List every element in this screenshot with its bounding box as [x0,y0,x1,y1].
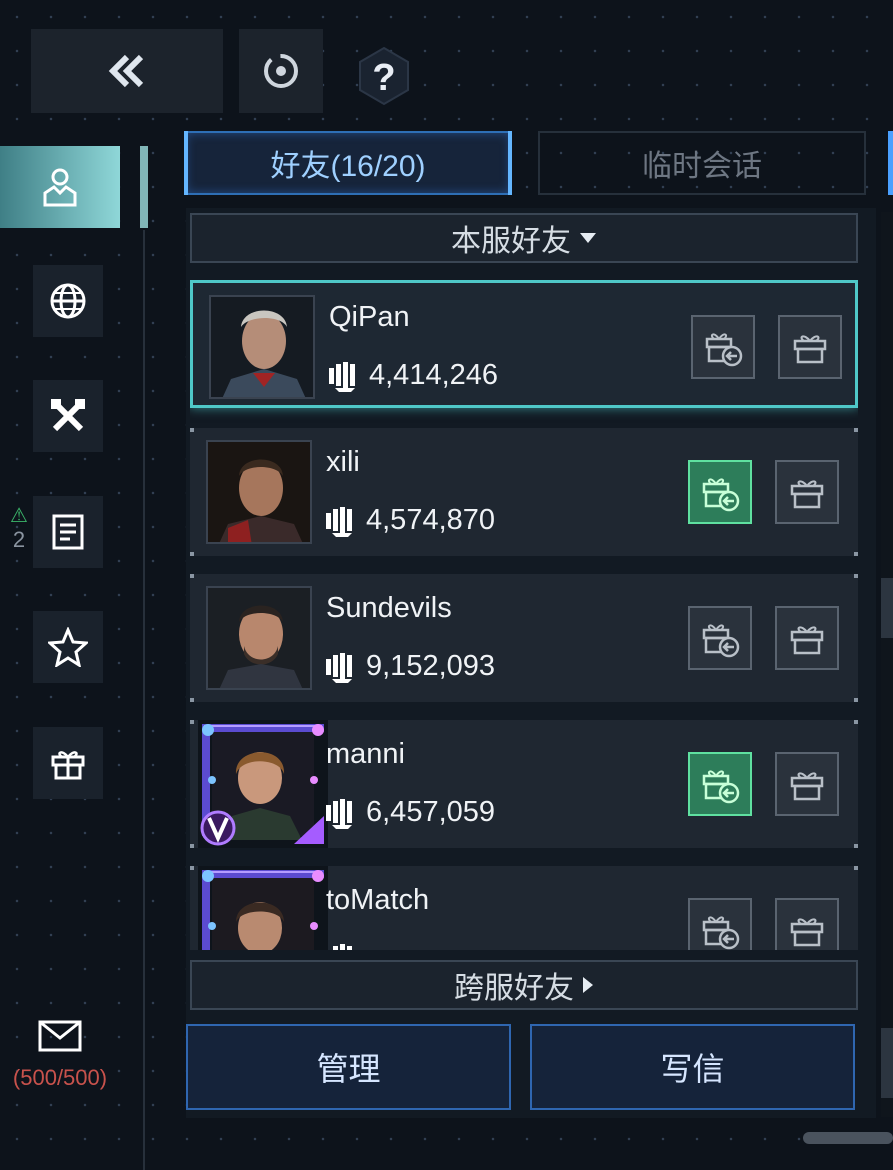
friend-row[interactable]: xili 4,574,870 [190,428,858,556]
rail-divider [143,230,145,1170]
alert-count: 2 [12,527,26,552]
envelope-icon [38,1020,82,1052]
friend-name: QiPan [329,301,410,333]
gift-receive-icon [702,478,740,512]
cycle-icon [264,54,298,88]
section-cross-label: 跨服好友 [454,972,574,1005]
power-value [324,942,366,950]
gift-icon [793,335,827,364]
send-gift-button[interactable] [778,315,842,379]
section-local-label: 本服好友 [451,225,571,258]
svg-text:?: ? [372,57,395,99]
send-gift-button[interactable] [775,898,839,950]
warning-icon: ⚠ [10,505,28,527]
power-value: 4,414,246 [327,359,498,392]
back-button[interactable] [31,29,223,113]
avatar [198,720,328,848]
friend-row[interactable]: QiPan 4,414,246 [190,280,858,408]
nav-alliance[interactable] [33,380,103,452]
gift-icon [790,480,824,509]
power-value: 6,457,059 [324,796,495,829]
double-chevron-left-icon [108,54,144,88]
receive-gift-button[interactable] [688,606,752,670]
gift-receive-icon [705,333,743,367]
gift-receive-icon [702,916,740,950]
friend-name: manni [326,738,405,770]
friend-name: toMatch [326,884,430,916]
horizontal-scroll-handle[interactable] [803,1132,893,1144]
tab-friends[interactable]: 好友(16/20) [184,131,512,195]
gift-icon [790,772,824,801]
avatar [206,440,312,544]
nav-friends[interactable] [0,146,148,228]
person-icon [43,168,77,207]
nav-world[interactable] [33,265,103,337]
question-icon: ? [359,46,409,106]
triangle-right-icon [583,977,593,993]
nav-favorites[interactable] [33,611,103,683]
power-text: 6,457,059 [366,796,496,828]
power-icon [329,361,355,392]
section-local-friends[interactable]: 本服好友 [190,213,858,263]
power-icon [326,506,352,537]
receive-gift-button[interactable] [688,898,752,950]
gift-receive-icon [702,770,740,804]
globe-icon [50,283,86,319]
scrollbar-track[interactable] [881,212,893,1117]
power-value: 4,574,870 [324,504,495,537]
send-gift-button[interactable] [775,606,839,670]
avatar [206,586,312,690]
document-icon [52,514,84,550]
power-text: 4,574,870 [366,504,496,536]
avatar [209,295,315,399]
avatar [198,866,328,950]
friend-row[interactable]: toMatch [190,866,858,950]
power-text: 9,152,093 [366,650,496,682]
friend-list[interactable]: QiPan 4,414,246 xili 4,574,870 Sundevils… [190,280,858,950]
receive-gift-button[interactable] [688,460,752,524]
triangle-down-icon [580,233,596,243]
friend-name: xili [326,446,360,478]
refresh-button[interactable] [239,29,323,113]
power-value: 9,152,093 [324,650,495,683]
help-button[interactable]: ? [352,44,416,108]
write-mail-button[interactable]: 写信 [530,1024,855,1110]
star-icon [48,627,88,667]
scrollbar-thumb[interactable] [881,578,893,638]
friend-name: Sundevils [326,592,452,624]
scrollbar-thumb-secondary[interactable] [881,1028,893,1098]
crossed-tools-icon [51,399,85,432]
power-icon [333,944,352,950]
send-gift-button[interactable] [775,752,839,816]
tab-edge-indicator [888,131,893,195]
receive-gift-button[interactable] [691,315,755,379]
mailbox[interactable]: (500/500) [0,1020,120,1091]
gift-icon [790,626,824,655]
power-text: 4,414,246 [369,359,499,391]
alert-badge: ⚠ 2 [6,505,32,553]
tab-temp-chat[interactable]: 临时会话 [538,131,866,195]
send-gift-button[interactable] [775,460,839,524]
nav-gifts[interactable] [33,727,103,799]
manage-button[interactable]: 管理 [186,1024,511,1110]
gift-icon [51,751,85,780]
section-cross-server-friends[interactable]: 跨服好友 [190,960,858,1010]
gift-icon [790,918,824,947]
friend-row[interactable]: Sundevils 9,152,093 [190,574,858,702]
mail-count: (500/500) [12,1065,108,1090]
power-icon [326,652,352,683]
power-icon [326,798,352,829]
receive-gift-button[interactable] [688,752,752,816]
friend-row[interactable]: manni 6,457,059 [190,720,858,848]
gift-receive-icon [702,624,740,658]
nav-log[interactable] [33,496,103,568]
